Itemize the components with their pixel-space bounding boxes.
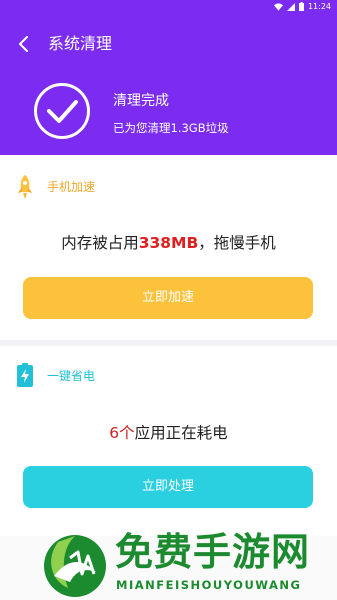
speedup-section-label: 手机加速: [47, 180, 96, 194]
status-time: 11:24: [307, 2, 331, 11]
memory-msg-suffix: ，拖慢手机: [198, 234, 276, 252]
back-arrow-icon[interactable]: [14, 34, 34, 54]
clean-result-title: 清理完成: [113, 93, 169, 109]
rocket-icon: [18, 175, 32, 199]
check-circle-icon: [34, 83, 90, 139]
power-drain-message: 6个应用正在耗电: [0, 423, 337, 443]
header: 系统清理 清理完成 已为您清理1.3GB垃圾: [0, 14, 337, 155]
power-msg-suffix: 应用正在耗电: [134, 424, 228, 442]
page-title: 系统清理: [48, 34, 113, 53]
power-save-card: 一键省电 6个应用正在耗电 立即处理: [0, 346, 337, 536]
draining-app-count: 6个: [109, 424, 135, 442]
watermark-title: 免费手游网: [115, 530, 311, 574]
watermark: 免费手游网 MIANFEISHOUYOUWANG: [0, 528, 337, 600]
memory-usage-message: 内存被占用338MB，拖慢手机: [0, 233, 337, 253]
memory-used-value: 338MB: [138, 234, 199, 252]
power-save-button[interactable]: 立即处理: [23, 466, 313, 508]
battery-icon: [298, 2, 304, 11]
watermark-subtitle: MIANFEISHOUYOUWANG: [116, 578, 302, 592]
clean-result-description: 已为您清理1.3GB垃圾: [113, 121, 229, 135]
speedup-button[interactable]: 立即加速: [23, 277, 313, 319]
signal-icon: [286, 2, 295, 11]
watermark-logo-icon: [44, 535, 106, 597]
battery-charge-icon: [17, 363, 33, 387]
speedup-card: 手机加速 内存被占用338MB，拖慢手机 立即加速: [0, 155, 337, 340]
memory-msg-prefix: 内存被占用: [61, 234, 139, 252]
wifi-icon: [273, 2, 283, 11]
status-bar: 11:24: [0, 0, 337, 14]
power-save-section-label: 一键省电: [47, 369, 96, 383]
